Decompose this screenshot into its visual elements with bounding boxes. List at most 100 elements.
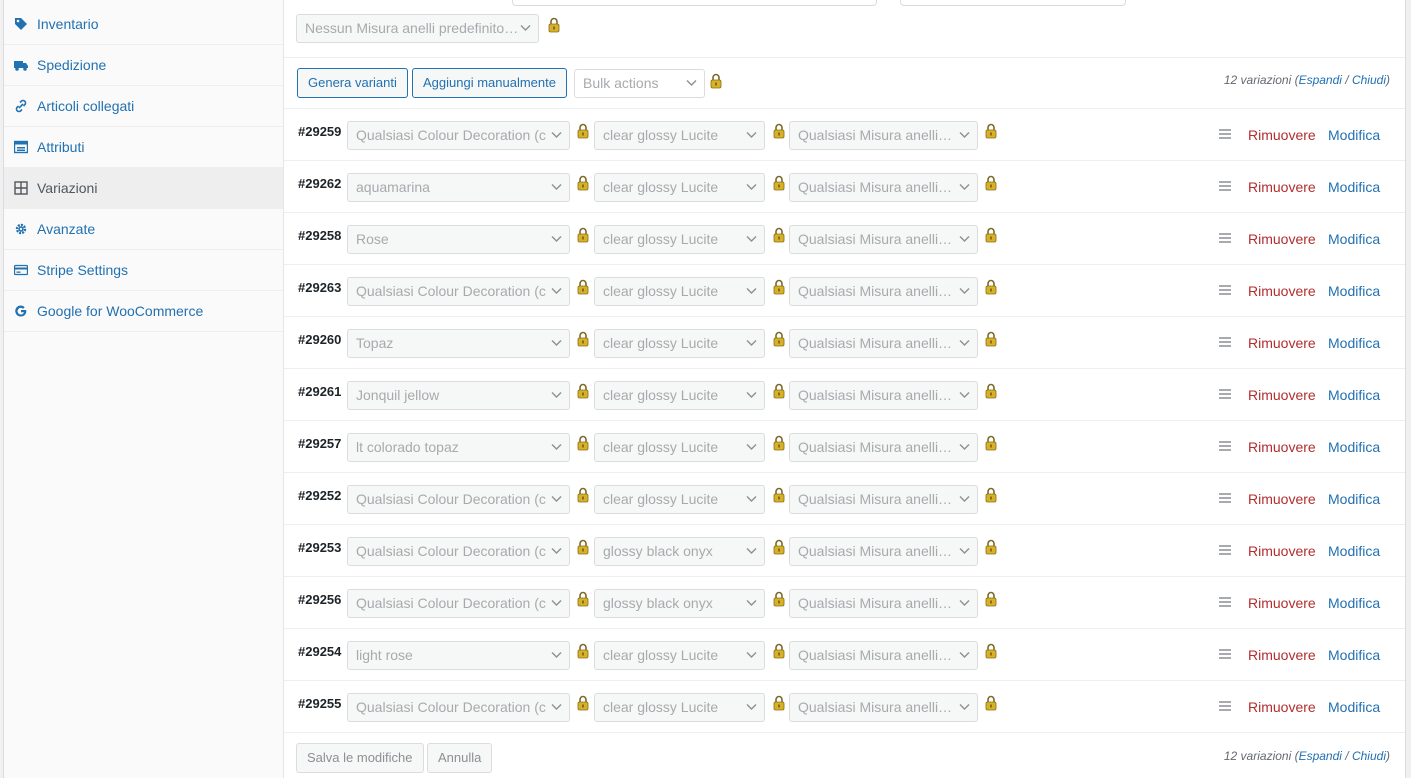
drag-handle-icon[interactable] (1219, 285, 1231, 295)
cancel-button[interactable]: Annulla (427, 743, 493, 773)
variation-row[interactable]: #29257 lt colorado topaz clear glossy Lu… (284, 420, 1405, 472)
colour-select[interactable]: lt colorado topaz (347, 433, 570, 462)
attribute-select-partial[interactable] (900, 0, 1126, 6)
colour-select[interactable]: Qualsiasi Colour Decoration (c (347, 537, 570, 566)
finish-select[interactable]: clear glossy Lucite (594, 277, 765, 306)
edit-variation-link[interactable]: Modifica (1328, 335, 1380, 351)
ring-size-select[interactable]: Qualsiasi Misura anelli… (789, 433, 978, 462)
edit-variation-link[interactable]: Modifica (1328, 543, 1380, 559)
attribute-select-partial[interactable] (512, 0, 877, 6)
bulk-actions-select[interactable]: Bulk actions (574, 69, 705, 98)
remove-variation-link[interactable]: Rimuovere (1248, 595, 1316, 611)
variation-row[interactable]: #29256 Qualsiasi Colour Decoration (c gl… (284, 576, 1405, 628)
remove-variation-link[interactable]: Rimuovere (1248, 231, 1316, 247)
tab-avanzate[interactable]: Avanzate (4, 209, 283, 250)
tab-spedizione[interactable]: Spedizione (4, 45, 283, 86)
tab-inventario[interactable]: Inventario (4, 0, 283, 45)
variation-row[interactable]: #29254 light rose clear glossy Lucite Qu… (284, 628, 1405, 680)
colour-select[interactable]: aquamarina (347, 173, 570, 202)
finish-select[interactable]: clear glossy Lucite (594, 693, 765, 722)
variation-row[interactable]: #29263 Qualsiasi Colour Decoration (c cl… (284, 264, 1405, 316)
drag-handle-icon[interactable] (1219, 701, 1231, 711)
drag-handle-icon[interactable] (1219, 597, 1231, 607)
variation-row[interactable]: #29259 Qualsiasi Colour Decoration (c cl… (284, 108, 1405, 160)
ring-size-select[interactable]: Qualsiasi Misura anelli… (789, 225, 978, 254)
drag-handle-icon[interactable] (1219, 493, 1231, 503)
finish-select[interactable]: clear glossy Lucite (594, 173, 765, 202)
edit-variation-link[interactable]: Modifica (1328, 647, 1380, 663)
finish-select[interactable]: clear glossy Lucite (594, 225, 765, 254)
tab-variazioni[interactable]: Variazioni (4, 168, 283, 209)
remove-variation-link[interactable]: Rimuovere (1248, 491, 1316, 507)
drag-handle-icon[interactable] (1219, 545, 1231, 555)
ring-size-select[interactable]: Qualsiasi Misura anelli… (789, 277, 978, 306)
ring-size-select[interactable]: Qualsiasi Misura anelli… (789, 537, 978, 566)
edit-variation-link[interactable]: Modifica (1328, 491, 1380, 507)
finish-select[interactable]: clear glossy Lucite (594, 121, 765, 150)
ring-size-select[interactable]: Qualsiasi Misura anelli… (789, 641, 978, 670)
edit-variation-link[interactable]: Modifica (1328, 283, 1380, 299)
colour-select[interactable]: Jonquil jellow (347, 381, 570, 410)
drag-handle-icon[interactable] (1219, 181, 1231, 191)
finish-select[interactable]: clear glossy Lucite (594, 641, 765, 670)
finish-select[interactable]: clear glossy Lucite (594, 433, 765, 462)
close-all-link[interactable]: Chiudi (1352, 749, 1386, 763)
edit-variation-link[interactable]: Modifica (1328, 699, 1380, 715)
colour-select[interactable]: Rose (347, 225, 570, 254)
colour-select[interactable]: Qualsiasi Colour Decoration (c (347, 693, 570, 722)
ring-size-select[interactable]: Qualsiasi Misura anelli… (789, 121, 978, 150)
colour-select[interactable]: Qualsiasi Colour Decoration (c (347, 277, 570, 306)
edit-variation-link[interactable]: Modifica (1328, 439, 1380, 455)
ring-size-select[interactable]: Qualsiasi Misura anelli… (789, 173, 978, 202)
remove-variation-link[interactable]: Rimuovere (1248, 543, 1316, 559)
generate-variations-button[interactable]: Genera varianti (297, 68, 408, 98)
variation-row[interactable]: #29253 Qualsiasi Colour Decoration (c gl… (284, 524, 1405, 576)
edit-variation-link[interactable]: Modifica (1328, 179, 1380, 195)
tab-articoli-collegati[interactable]: Articoli collegati (4, 86, 283, 127)
colour-select[interactable]: Topaz (347, 329, 570, 358)
edit-variation-link[interactable]: Modifica (1328, 595, 1380, 611)
variation-row[interactable]: #29261 Jonquil jellow clear glossy Lucit… (284, 368, 1405, 420)
drag-handle-icon[interactable] (1219, 389, 1231, 399)
finish-select[interactable]: clear glossy Lucite (594, 329, 765, 358)
close-all-link[interactable]: Chiudi (1352, 73, 1386, 87)
edit-variation-link[interactable]: Modifica (1328, 387, 1380, 403)
drag-handle-icon[interactable] (1219, 129, 1231, 139)
remove-variation-link[interactable]: Rimuovere (1248, 335, 1316, 351)
default-ring-size-select[interactable]: Nessun Misura anelli predefinito… (296, 14, 539, 43)
finish-select[interactable]: glossy black onyx (594, 537, 765, 566)
expand-all-link[interactable]: Espandi (1299, 73, 1342, 87)
remove-variation-link[interactable]: Rimuovere (1248, 387, 1316, 403)
finish-select[interactable]: clear glossy Lucite (594, 381, 765, 410)
remove-variation-link[interactable]: Rimuovere (1248, 283, 1316, 299)
expand-all-link[interactable]: Espandi (1299, 749, 1342, 763)
colour-select[interactable]: light rose (347, 641, 570, 670)
variation-row[interactable]: #29262 aquamarina clear glossy Lucite Qu… (284, 160, 1405, 212)
variation-row[interactable]: #29252 Qualsiasi Colour Decoration (c cl… (284, 472, 1405, 524)
edit-variation-link[interactable]: Modifica (1328, 231, 1380, 247)
tab-stripe-settings[interactable]: Stripe Settings (4, 250, 283, 291)
ring-size-select[interactable]: Qualsiasi Misura anelli… (789, 381, 978, 410)
variation-row[interactable]: #29255 Qualsiasi Colour Decoration (c cl… (284, 680, 1405, 732)
colour-select[interactable]: Qualsiasi Colour Decoration (c (347, 589, 570, 618)
tab-google-for-woocommerce[interactable]: Google for WooCommerce (4, 291, 283, 332)
ring-size-select[interactable]: Qualsiasi Misura anelli… (789, 329, 978, 358)
finish-select[interactable]: glossy black onyx (594, 589, 765, 618)
colour-select[interactable]: Qualsiasi Colour Decoration (c (347, 485, 570, 514)
variation-row[interactable]: #29258 Rose clear glossy Lucite Qualsias… (284, 212, 1405, 264)
drag-handle-icon[interactable] (1219, 337, 1231, 347)
remove-variation-link[interactable]: Rimuovere (1248, 699, 1316, 715)
drag-handle-icon[interactable] (1219, 233, 1231, 243)
remove-variation-link[interactable]: Rimuovere (1248, 127, 1316, 143)
add-manually-button[interactable]: Aggiungi manualmente (412, 68, 567, 98)
save-changes-button[interactable]: Salva le modifiche (296, 743, 424, 773)
drag-handle-icon[interactable] (1219, 441, 1231, 451)
remove-variation-link[interactable]: Rimuovere (1248, 439, 1316, 455)
variation-row[interactable]: #29260 Topaz clear glossy Lucite Qualsia… (284, 316, 1405, 368)
scrollbar-track[interactable] (1405, 0, 1411, 778)
remove-variation-link[interactable]: Rimuovere (1248, 647, 1316, 663)
remove-variation-link[interactable]: Rimuovere (1248, 179, 1316, 195)
edit-variation-link[interactable]: Modifica (1328, 127, 1380, 143)
colour-select[interactable]: Qualsiasi Colour Decoration (c (347, 121, 570, 150)
ring-size-select[interactable]: Qualsiasi Misura anelli… (789, 485, 978, 514)
